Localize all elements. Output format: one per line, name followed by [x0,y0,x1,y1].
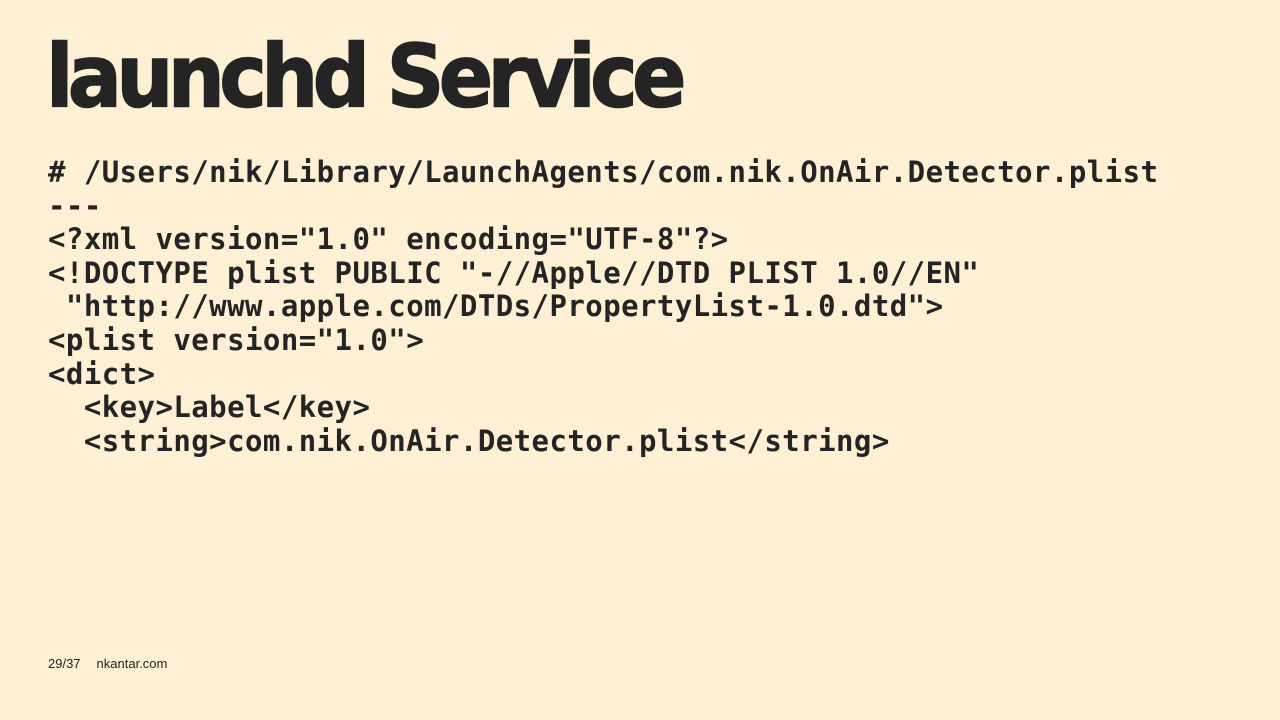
code-line: --- [48,188,102,223]
page-number: 29/37 [48,656,81,671]
code-block: # /Users/nik/Library/LaunchAgents/com.ni… [48,155,1159,458]
code-line: <string>com.nik.OnAir.Detector.plist</st… [48,423,890,458]
code-line: <plist version="1.0"> [48,322,425,357]
slide: launchd Service # /Users/nik/Library/Lau… [0,0,1280,720]
slide-footer: 29/37 nkantar.com [48,656,167,671]
code-line: <key>Label</key> [48,390,371,425]
code-line: <?xml version="1.0" encoding="UTF-8"?> [48,222,729,257]
code-line: "http://www.apple.com/DTDs/PropertyList-… [48,289,944,324]
code-line: <dict> [48,356,156,391]
code-line: <!DOCTYPE plist PUBLIC "-//Apple//DTD PL… [48,255,980,290]
code-line: # /Users/nik/Library/LaunchAgents/com.ni… [48,155,1159,189]
slide-title: launchd Service [45,26,687,127]
site-name: nkantar.com [96,656,168,671]
